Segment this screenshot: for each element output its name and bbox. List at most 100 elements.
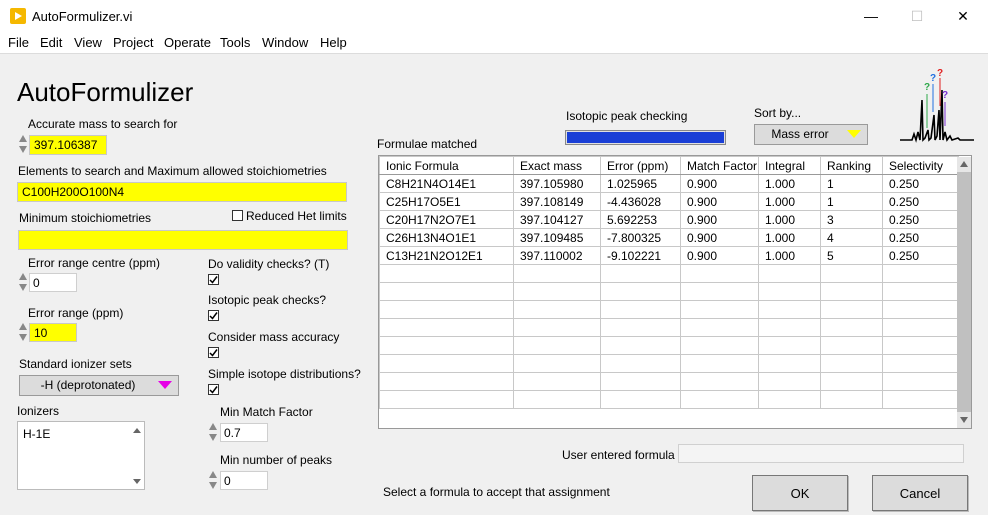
mass-accuracy-checkbox[interactable] [208,347,219,358]
menu-project[interactable]: Project [113,35,153,50]
scroll-down-icon[interactable] [957,414,971,426]
error-range-spinner[interactable] [17,319,29,345]
empty-table-row[interactable] [379,282,959,301]
table-cell: -9.102221 [600,246,681,265]
min-stoich-input[interactable] [18,230,348,250]
empty-table-row[interactable] [379,372,959,391]
column-header[interactable]: Error (ppm) [600,156,681,175]
table-cell: C20H17N2O7E1 [379,210,514,229]
isotopic-peak-checks-label: Isotopic peak checks? [208,293,327,307]
min-match-factor-spinner[interactable] [207,419,219,445]
simple-isotope-checkbox[interactable] [208,384,219,395]
table-cell [758,282,821,301]
menu-edit[interactable]: Edit [40,35,62,50]
column-header[interactable]: Ionic Formula [379,156,514,175]
table-cell [882,372,959,391]
table-cell [600,390,681,409]
table-cell [882,390,959,409]
min-peaks-input[interactable]: 0 [220,471,268,490]
table-cell: C13H21N2O12E1 [379,246,514,265]
ionizers-listbox[interactable]: H-1E [17,421,145,490]
empty-table-row[interactable] [379,354,959,373]
table-cell: 0.250 [882,246,959,265]
menu-operate[interactable]: Operate [164,35,211,50]
table-row[interactable]: C13H21N2O12E1 397.110002 -9.102221 0.900 1.0… [379,246,959,265]
menu-tools[interactable]: Tools [220,35,250,50]
table-cell: 1.000 [758,174,821,193]
accurate-mass-spinner[interactable] [17,131,29,157]
table-cell [758,300,821,319]
ionizers-scrollbar[interactable] [132,426,142,486]
empty-table-row[interactable] [379,336,959,355]
empty-table-row[interactable] [379,300,959,319]
logo-mark: ? [942,90,949,101]
table-row[interactable]: C26H13N4O1E1 397.109485 -7.800325 0.900 1.00… [379,228,959,247]
menu-view[interactable]: View [74,35,102,50]
accurate-mass-input[interactable]: 397.106387 [29,135,107,155]
table-cell [820,372,883,391]
ionizer-sets-value: -H (deprotonated) [40,378,136,392]
table-cell: 1.025965 [600,174,681,193]
table-cell [600,282,681,301]
ionizers-label: Ionizers [17,404,60,418]
table-cell: -4.436028 [600,192,681,211]
sort-by-dropdown[interactable]: Mass error [754,124,868,145]
error-centre-label: Error range centre (ppm) [28,256,161,270]
table-cell [600,336,681,355]
table-cell: 1.000 [758,192,821,211]
table-row[interactable]: C8H21N4O14E1 397.105980 1.025965 0.900 1.000… [379,174,959,193]
user-formula-input[interactable] [678,444,964,463]
table-cell [513,336,601,355]
table-cell: 1.000 [758,210,821,229]
column-header[interactable]: Match Factor [680,156,759,175]
formulae-table[interactable]: Ionic Formula Exact mass Error (ppm) Match … [378,155,972,429]
column-header[interactable]: Selectivity [882,156,959,175]
minimize-button[interactable]: — [848,0,894,32]
table-scrollbar-thumb[interactable] [957,172,971,412]
menu-file[interactable]: File [8,35,29,50]
table-cell [379,372,514,391]
table-cell: 0.900 [680,210,759,229]
scroll-up-icon[interactable] [957,158,971,170]
table-cell [758,372,821,391]
ionizer-item[interactable]: H-1E [23,427,50,441]
table-cell [882,282,959,301]
isotopic-peak-checks-checkbox[interactable] [208,310,219,321]
min-peaks-spinner[interactable] [207,467,219,493]
table-cell: 1.000 [758,228,821,247]
maximize-button[interactable]: ☐ [894,0,940,32]
table-cell [680,354,759,373]
logo-mark: ? [930,73,937,84]
reduced-het-checkbox[interactable] [232,210,243,221]
error-centre-spinner[interactable] [17,269,29,295]
table-cell [600,264,681,283]
empty-table-row[interactable] [379,264,959,283]
error-range-input[interactable]: 10 [29,323,77,342]
ok-button[interactable]: OK [752,475,848,511]
table-cell [758,336,821,355]
table-cell [680,282,759,301]
cancel-button[interactable]: Cancel [872,475,968,511]
table-cell [680,372,759,391]
validity-checks-checkbox[interactable] [208,274,219,285]
table-cell: C25H17O5E1 [379,192,514,211]
table-row[interactable]: C25H17O5E1 397.108149 -4.436028 0.900 1.000 1… [379,192,959,211]
empty-table-row[interactable] [379,390,959,409]
error-range-label: Error range (ppm) [28,306,124,320]
table-cell [600,372,681,391]
column-header[interactable]: Integral [758,156,821,175]
close-button[interactable]: ✕ [940,0,986,32]
column-header[interactable]: Exact mass [513,156,601,175]
empty-table-row[interactable] [379,318,959,337]
min-match-factor-input[interactable]: 0.7 [220,423,268,442]
ionizer-sets-dropdown[interactable]: -H (deprotonated) [19,375,179,396]
error-centre-input[interactable]: 0 [29,273,77,292]
table-row[interactable]: C20H17N2O7E1 397.104127 5.692253 0.900 1.000… [379,210,959,229]
elements-input[interactable]: C100H200O100N4 [17,182,347,202]
menu-help[interactable]: Help [320,35,347,50]
column-header[interactable]: Ranking [820,156,883,175]
menu-window[interactable]: Window [262,35,308,50]
sort-by-value: Mass error [771,127,829,141]
isotopic-progress-label: Isotopic peak checking [566,109,688,123]
accurate-mass-label: Accurate mass to search for [28,117,178,131]
